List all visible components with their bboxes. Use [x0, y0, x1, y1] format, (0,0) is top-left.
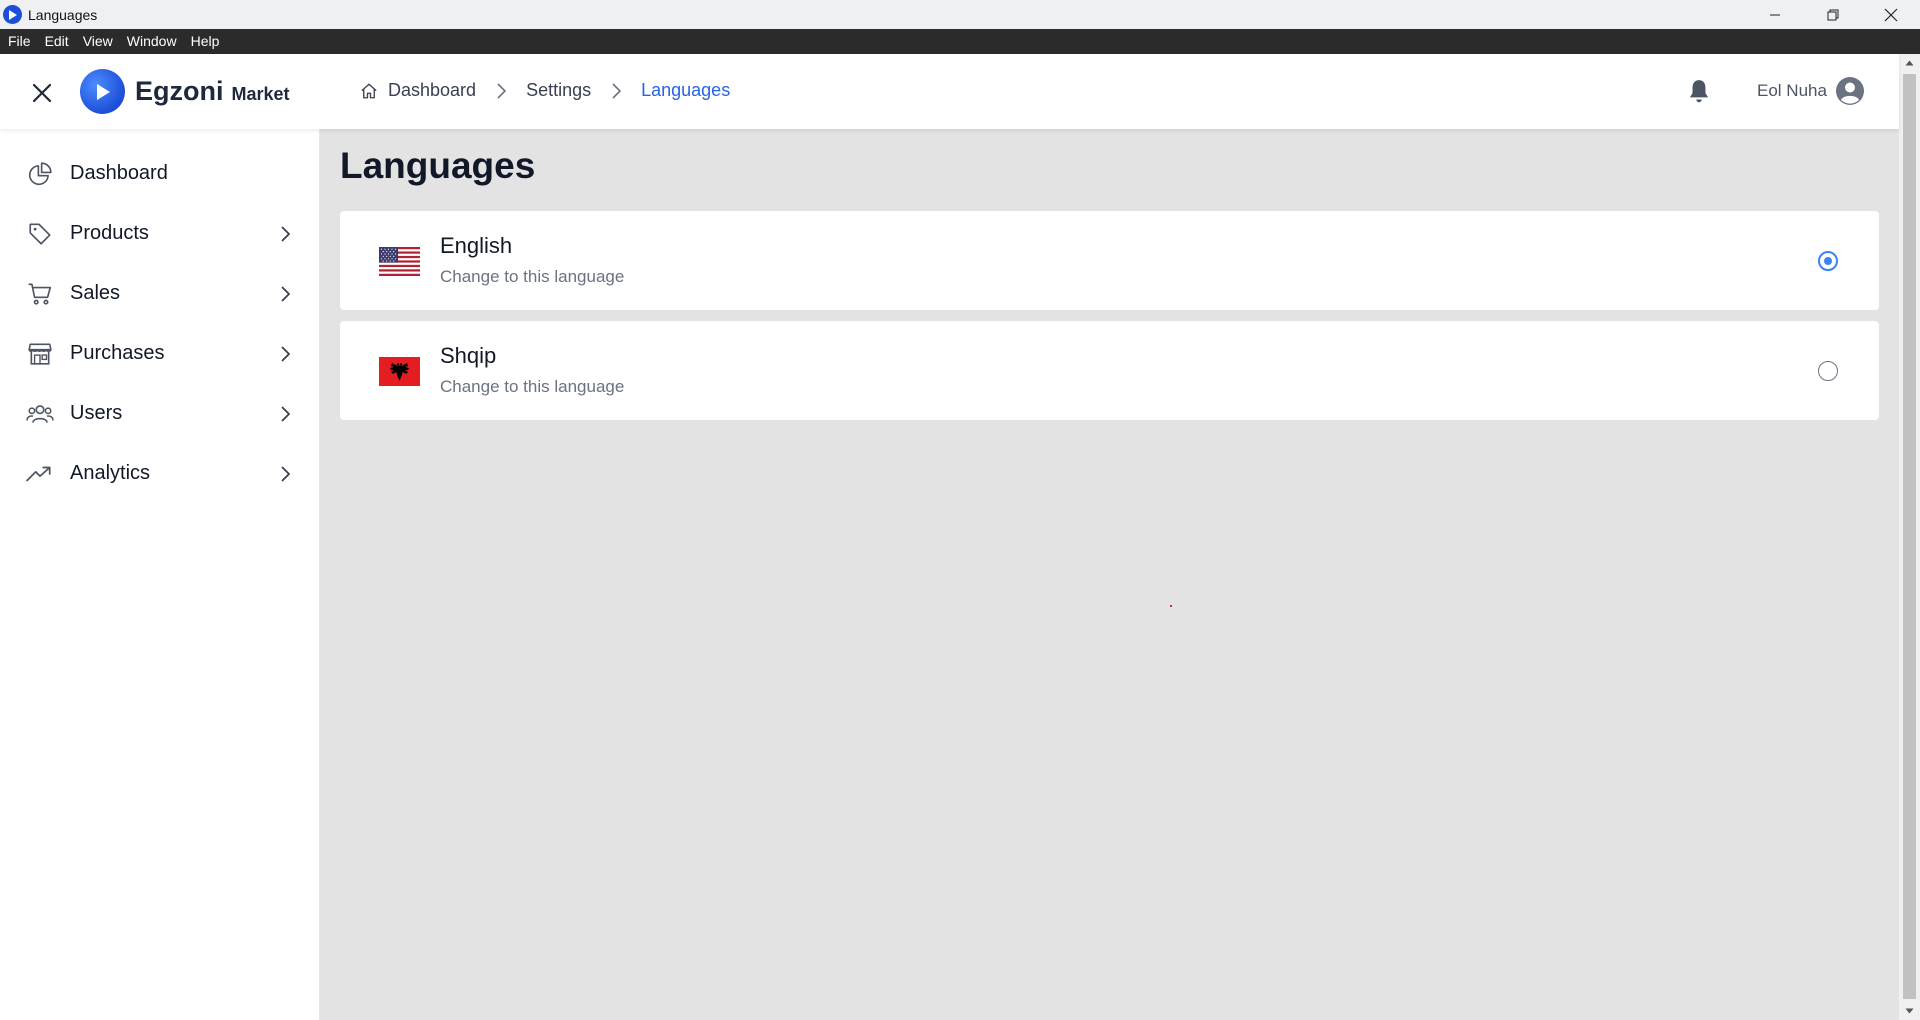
brand-logo[interactable] — [80, 69, 125, 114]
window-close-button[interactable] — [1862, 0, 1920, 29]
home-icon — [361, 83, 377, 98]
chevron-right-icon — [276, 345, 294, 363]
breadcrumb-label: Settings — [526, 80, 592, 100]
notifications-button[interactable] — [1686, 78, 1712, 106]
language-radio-selected[interactable] — [1818, 251, 1838, 271]
user-menu[interactable]: Eol Nuha — [1757, 76, 1865, 106]
app-icon — [3, 5, 22, 24]
users-icon — [26, 400, 54, 428]
scroll-up-button[interactable] — [1899, 54, 1920, 72]
sidebar-item-users[interactable]: Users — [0, 389, 320, 438]
cart-icon — [26, 280, 54, 308]
menu-help[interactable]: Help — [185, 29, 228, 54]
language-description: Change to this language — [440, 377, 625, 396]
chevron-right-icon — [276, 465, 294, 483]
us-flag-icon — [379, 247, 420, 276]
breadcrumb: Dashboard Settings Languages — [360, 80, 730, 101]
sidebar-item-label: Sales — [70, 282, 121, 304]
language-radio-unselected[interactable] — [1818, 361, 1838, 381]
caret-down-icon — [1905, 1008, 1914, 1014]
chevron-right-icon — [276, 405, 294, 423]
window-controls — [1746, 0, 1920, 29]
trending-up-icon — [26, 460, 54, 488]
scroll-down-button[interactable] — [1899, 1002, 1920, 1020]
sidebar-item-purchases[interactable]: Purchases — [0, 329, 320, 378]
sidebar-item-analytics[interactable]: Analytics — [0, 449, 320, 498]
window-titlebar: Languages — [0, 0, 1920, 29]
cursor-dot — [1170, 605, 1172, 607]
pie-chart-icon — [26, 160, 54, 188]
sidebar-item-label: Dashboard — [70, 162, 168, 184]
chevron-right-icon — [276, 285, 294, 303]
vertical-scrollbar[interactable] — [1899, 54, 1920, 1020]
app-header: Egzoni Market Dashboard Settings Languag… — [0, 54, 1899, 129]
chevron-right-icon — [496, 82, 507, 99]
sidebar-item-label: Products — [70, 222, 149, 244]
restore-button[interactable] — [1804, 0, 1862, 29]
close-icon — [1884, 8, 1898, 21]
language-name: Shqip — [440, 343, 497, 368]
breadcrumb-label: Dashboard — [388, 80, 477, 100]
menu-window[interactable]: Window — [121, 29, 185, 54]
menu-edit[interactable]: Edit — [39, 29, 77, 54]
minimize-button[interactable] — [1746, 0, 1804, 29]
tag-icon — [26, 220, 54, 248]
breadcrumb-dashboard[interactable]: Dashboard — [360, 80, 476, 101]
breadcrumb-settings[interactable]: Settings — [526, 80, 591, 101]
caret-up-icon — [1905, 60, 1914, 66]
breadcrumb-languages[interactable]: Languages — [641, 80, 730, 101]
brand-name: Egzoni — [135, 76, 224, 106]
sidebar-item-label: Purchases — [70, 342, 165, 364]
menubar: File Edit View Window Help — [0, 29, 1920, 54]
store-icon — [26, 340, 54, 368]
menu-view[interactable]: View — [77, 29, 121, 54]
window-title: Languages — [28, 6, 98, 23]
chevron-right-icon — [276, 225, 294, 243]
breadcrumb-label: Languages — [641, 80, 731, 100]
minimize-icon — [1770, 14, 1780, 15]
play-icon — [96, 83, 110, 100]
language-name: English — [440, 233, 513, 258]
user-name: Eol Nuha — [1757, 81, 1827, 100]
bell-icon — [1689, 80, 1709, 103]
sidebar-item-dashboard[interactable]: Dashboard — [0, 149, 320, 198]
user-avatar-icon — [1835, 77, 1864, 105]
brand: Egzoni Market — [135, 76, 290, 107]
sidebar: Dashboard Products Sales Purchases Users — [0, 129, 320, 1020]
close-icon — [33, 84, 51, 102]
scrollbar-thumb[interactable] — [1903, 74, 1916, 999]
page-title: Languages — [340, 145, 536, 186]
language-option-english[interactable]: English Change to this language — [340, 211, 1879, 310]
menu-file[interactable]: File — [2, 29, 39, 54]
language-option-shqip[interactable]: Shqip Change to this language — [340, 321, 1879, 420]
albania-flag-icon — [379, 357, 420, 386]
sidebar-close-button[interactable] — [28, 79, 56, 107]
language-description: Change to this language — [440, 267, 625, 286]
sidebar-item-sales[interactable]: Sales — [0, 269, 320, 318]
restore-icon — [1827, 9, 1839, 20]
sidebar-item-products[interactable]: Products — [0, 209, 320, 258]
chevron-right-icon — [611, 82, 622, 99]
sidebar-item-label: Users — [70, 402, 123, 424]
sidebar-item-label: Analytics — [70, 462, 151, 484]
brand-subtitle: Market — [231, 84, 290, 104]
